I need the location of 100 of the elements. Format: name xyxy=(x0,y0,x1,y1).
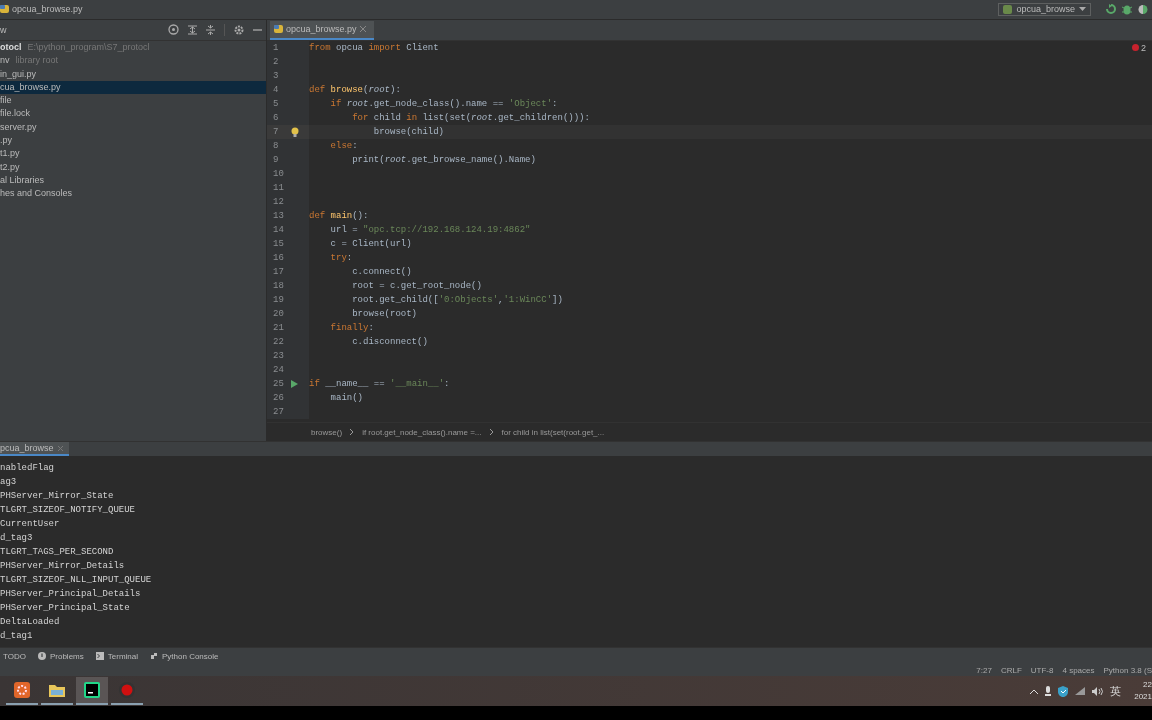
line-number: 16 xyxy=(272,251,285,265)
line-number: 21 xyxy=(272,321,285,335)
code-line: from opcua import Client xyxy=(309,41,439,55)
output-line: d_tag3 xyxy=(0,532,33,545)
python-file-icon xyxy=(0,4,9,15)
tree-item[interactable]: hes and Consoles xyxy=(0,187,266,201)
line-number: 27 xyxy=(272,405,285,419)
problems-icon xyxy=(37,652,46,660)
output-line: PHServer_Principal_State xyxy=(0,602,130,615)
code-line: finally: xyxy=(329,321,374,335)
code-line: root = c.get_root_node() xyxy=(351,279,482,293)
settings-icon[interactable] xyxy=(234,24,244,35)
line-number: 4 xyxy=(272,83,280,97)
line-number: 10 xyxy=(272,167,285,181)
tree-item[interactable]: cua_browse.py xyxy=(0,80,266,95)
tree-item[interactable]: file xyxy=(0,94,266,108)
line-number: 9 xyxy=(272,153,280,167)
line-number: 19 xyxy=(272,293,285,307)
record-icon xyxy=(119,682,135,698)
error-count[interactable]: 2 xyxy=(1141,42,1146,53)
file-path[interactable]: opcua_browse.py xyxy=(12,4,83,15)
tree-item[interactable]: al Libraries xyxy=(0,173,266,188)
output-line: PHServer_Mirror_Details xyxy=(0,560,125,573)
line-number: 5 xyxy=(272,97,280,111)
tree-item[interactable]: file.lock xyxy=(0,107,266,121)
error-icon[interactable] xyxy=(1132,44,1139,52)
python-file-icon xyxy=(274,24,283,35)
locate-icon[interactable] xyxy=(168,24,179,36)
tree-item[interactable]: t2.py xyxy=(0,160,266,174)
line-number: 8 xyxy=(272,139,280,153)
tool-window-button[interactable]: Problems xyxy=(37,651,84,661)
breadcrumb[interactable]: browse() xyxy=(311,427,343,437)
rerun-icon[interactable] xyxy=(1105,3,1116,15)
line-number: 24 xyxy=(272,363,285,377)
panel-title: w xyxy=(0,24,7,35)
code-line: if __name__ == '__main__': xyxy=(309,377,450,391)
line-number: 11 xyxy=(272,181,285,195)
coverage-icon[interactable] xyxy=(1138,3,1148,15)
tool-window-button[interactable]: TODO xyxy=(3,651,26,661)
microphone-icon[interactable] xyxy=(1045,686,1052,696)
terminal-icon xyxy=(95,652,104,660)
line-number: 17 xyxy=(272,265,285,279)
tree-item[interactable]: .py xyxy=(0,134,266,148)
code-line: browse(child) xyxy=(372,125,445,139)
wifi-icon[interactable] xyxy=(1075,687,1086,695)
status-item[interactable]: CRLF xyxy=(1000,665,1022,675)
output-line: DeltaLoaded xyxy=(0,616,60,629)
status-item[interactable]: 4 spaces xyxy=(1062,665,1095,675)
line-number: 13 xyxy=(272,209,285,223)
output-line: d_tag1 xyxy=(0,630,33,643)
editor-tab[interactable]: opcua_browse.py xyxy=(270,20,374,40)
code-line: if root.get_node_class().name == 'Object': xyxy=(329,97,558,111)
status-item[interactable]: UTF-8 xyxy=(1030,665,1054,675)
line-number: 25 xyxy=(272,377,285,391)
tree-item[interactable]: server.py xyxy=(0,120,266,134)
run-tab[interactable]: pcua_browse xyxy=(0,442,69,456)
line-number: 12 xyxy=(272,195,285,209)
code-line: main() xyxy=(329,391,363,405)
line-number: 15 xyxy=(272,237,285,251)
bug-icon[interactable] xyxy=(1122,3,1132,15)
output-line: TLGRT_SIZEOF_NLL_INPUT_QUEUE xyxy=(0,574,152,587)
output-line: PHServer_Principal_Details xyxy=(0,588,141,601)
folder-icon xyxy=(49,682,65,698)
code-line: def browse(root): xyxy=(309,83,401,97)
line-number: 18 xyxy=(272,279,285,293)
line-number: 2 xyxy=(272,55,280,69)
tool-window-button[interactable]: Terminal xyxy=(95,651,138,661)
chevron-up-icon[interactable] xyxy=(1030,688,1039,694)
tree-item[interactable]: t1.py xyxy=(0,147,266,161)
input-method[interactable]: 英 xyxy=(1110,683,1122,699)
output-line: CurrentUser xyxy=(0,518,60,531)
output-line: PHServer_Mirror_State xyxy=(0,490,114,503)
output-line: nabledFlag xyxy=(0,462,54,475)
line-number: 22 xyxy=(272,335,285,349)
tree-item[interactable]: in_gui.py xyxy=(0,67,266,81)
line-number: 6 xyxy=(272,111,280,125)
shield-icon[interactable] xyxy=(1058,685,1069,697)
output-line: TLGRT_TAGS_PER_SECOND xyxy=(0,546,114,559)
lightbulb-icon[interactable] xyxy=(291,126,299,137)
volume-icon[interactable] xyxy=(1092,686,1104,696)
clock[interactable]: 22 2021 xyxy=(1134,679,1152,703)
line-number: 23 xyxy=(272,349,285,363)
code-line: c.disconnect() xyxy=(351,335,428,349)
status-item[interactable]: Python 3.8 (S xyxy=(1103,665,1152,675)
code-line: else: xyxy=(329,139,358,153)
breadcrumb[interactable]: if root.get_node_class().name =... xyxy=(362,427,482,437)
collapse-all-icon[interactable] xyxy=(206,24,215,35)
taskbar-app[interactable] xyxy=(76,677,108,705)
tool-window-button[interactable]: Python Console xyxy=(150,651,219,661)
expand-all-icon[interactable] xyxy=(188,24,197,35)
breadcrumb[interactable]: for child in list(set(root.get_... xyxy=(501,427,605,437)
chevron-icon xyxy=(350,429,355,435)
code-line: c.connect() xyxy=(351,265,412,279)
line-number: 20 xyxy=(272,307,285,321)
line-number: 26 xyxy=(272,391,285,405)
run-config-dropdown[interactable]: opcua_browse xyxy=(998,2,1091,16)
run-icon[interactable] xyxy=(291,379,298,388)
code-line: browse(root) xyxy=(351,307,418,321)
code-line: try: xyxy=(329,251,353,265)
status-item[interactable]: 7:27 xyxy=(976,665,992,675)
